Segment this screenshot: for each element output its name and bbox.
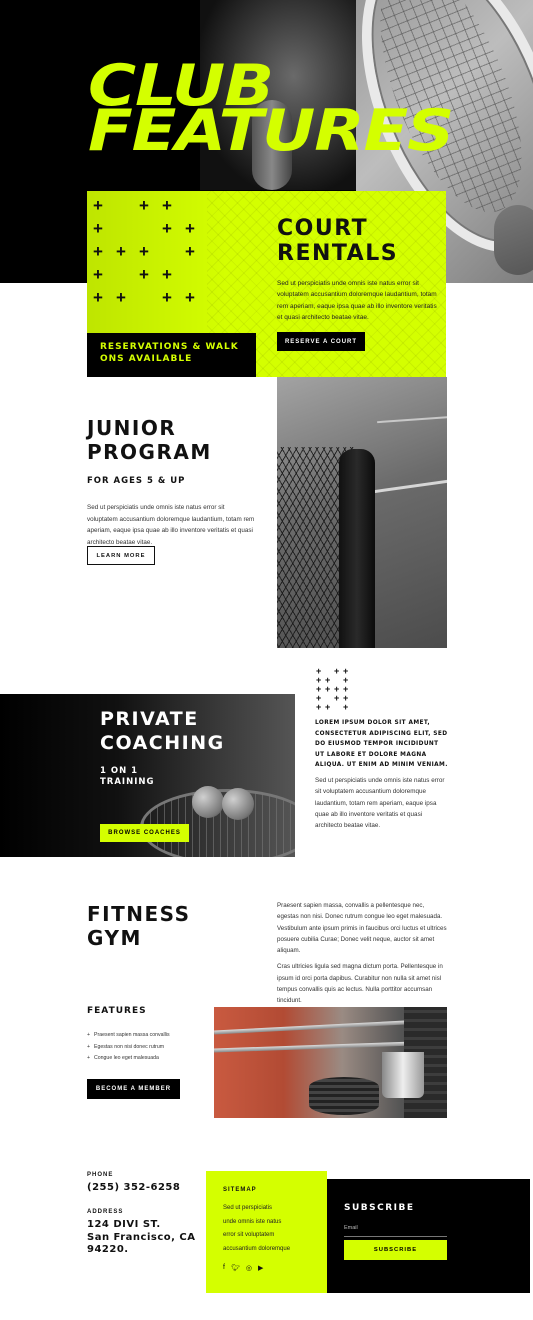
hero-title-line2: FEATURES xyxy=(88,98,454,164)
coaching-text: Sed ut perspiciatis unde omnis iste natu… xyxy=(315,777,445,830)
gym-photo xyxy=(214,1007,447,1118)
court-title-line2: RENTALS xyxy=(277,241,399,266)
junior-subtitle: FOR AGES 5 & UP xyxy=(87,476,186,486)
address-line2: San Francisco, CA xyxy=(87,1231,196,1243)
address: 124 DIVI ST. San Francisco, CA 94220. xyxy=(87,1219,196,1257)
plus-pattern-small: + + + + + + + + + + + + + + + + xyxy=(316,666,349,712)
weight-plates xyxy=(309,1077,379,1115)
instagram-icon[interactable]: ◎ xyxy=(246,1264,252,1272)
become-member-button[interactable]: BECOME A MEMBER xyxy=(87,1079,180,1099)
badge-line2: ONS AVAILABLE xyxy=(100,353,193,364)
barbell xyxy=(214,1019,424,1035)
court-line xyxy=(372,473,447,494)
fitness-para2: Cras ultricies ligula sed magna dictum p… xyxy=(277,963,443,1005)
tennis-ball xyxy=(222,788,254,820)
browse-coaches-button[interactable]: BROWSE COACHES xyxy=(100,824,189,842)
sitemap-link[interactable]: accusantium doloremque xyxy=(223,1243,323,1257)
sitemap-title: SITEMAP xyxy=(223,1187,257,1193)
reservations-badge-text: RESERVATIONS & WALK ONS AVAILABLE xyxy=(100,342,250,365)
coaching-subtitle: 1 ON 1 TRAINING xyxy=(100,766,154,788)
address-label: ADDRESS xyxy=(87,1209,124,1215)
hand xyxy=(494,205,533,275)
junior-title-line1: JUNIOR xyxy=(87,416,177,440)
subscribe-title: SUBSCRIBE xyxy=(344,1203,415,1213)
address-line3: 94220. xyxy=(87,1244,129,1255)
fitness-gym-title: FITNESS GYM xyxy=(87,902,191,950)
subscribe-button[interactable]: SUBSCRIBE xyxy=(344,1240,447,1260)
coaching-title-line2: COACHING xyxy=(100,732,225,754)
list-item: Egestas non nisi donec rutrum xyxy=(87,1042,207,1054)
coaching-sub-line2: TRAINING xyxy=(100,777,155,787)
fitness-text: Praesent sapien massa, convallis a pelle… xyxy=(277,900,447,1012)
court-title-line1: COURT xyxy=(277,216,369,241)
junior-program-title: JUNIOR PROGRAM xyxy=(87,416,212,464)
social-icons: f 🐦︎ ◎ ▶ xyxy=(223,1264,263,1272)
coaching-title-line1: PRIVATE xyxy=(100,708,199,730)
phone-label: PHONE xyxy=(87,1172,114,1178)
fitness-title-line1: FITNESS xyxy=(87,902,191,926)
sitemap-link[interactable]: unde omnis iste natus xyxy=(223,1216,323,1230)
net-post xyxy=(339,449,375,648)
fitness-para1: Praesent sapien massa, convallis a pelle… xyxy=(277,902,447,955)
sitemap-link[interactable]: error sit voluptatem xyxy=(223,1229,323,1243)
email-input[interactable] xyxy=(344,1220,447,1237)
features-title: FEATURES xyxy=(87,1006,147,1016)
youtube-icon[interactable]: ▶ xyxy=(258,1264,263,1272)
court-rentals-title: COURT RENTALS xyxy=(277,216,398,266)
barbell xyxy=(214,1041,415,1053)
phone-number[interactable]: (255) 352-6258 xyxy=(87,1182,180,1193)
junior-title-line2: PROGRAM xyxy=(87,440,212,464)
facebook-icon[interactable]: f xyxy=(223,1264,225,1272)
address-line1: 124 DIVI ST. xyxy=(87,1219,161,1230)
tennis-ball xyxy=(192,786,224,818)
list-item: Praesent sapien massa convallis xyxy=(87,1030,207,1042)
reserve-court-button[interactable]: RESERVE A COURT xyxy=(277,332,365,351)
twitter-icon[interactable]: 🐦︎ xyxy=(231,1264,240,1272)
fitness-title-line2: GYM xyxy=(87,926,142,950)
sitemap-link[interactable]: Sed ut perspiciatis xyxy=(223,1202,323,1216)
sitemap-links: Sed ut perspiciatis unde omnis iste natu… xyxy=(223,1202,323,1256)
court-rentals-text: Sed ut perspiciatis unde omnis iste natu… xyxy=(277,280,437,322)
badge-line1: RESERVATIONS & WALK xyxy=(100,342,239,352)
coaching-bold-text: LOREM IPSUM DOLOR SIT AMET, CONSECTETUR … xyxy=(315,720,448,768)
court-line xyxy=(377,412,447,424)
plus-pattern: + + + + + + + + + + + + + + + + + xyxy=(93,196,195,307)
coaching-sub-line1: 1 ON 1 xyxy=(100,766,139,776)
hero-title: CLUB FEATURES xyxy=(88,58,454,164)
list-item: Congue leo eget malesuada xyxy=(87,1053,207,1065)
junior-text: Sed ut perspiciatis unde omnis iste natu… xyxy=(87,504,255,546)
features-list: Praesent sapien massa convallis Egestas … xyxy=(87,1030,207,1065)
private-coaching-title: PRIVATE COACHING xyxy=(100,707,225,755)
bucket xyxy=(382,1052,424,1098)
learn-more-button[interactable]: LEARN MORE xyxy=(87,546,155,565)
tennis-net-photo xyxy=(277,377,447,648)
